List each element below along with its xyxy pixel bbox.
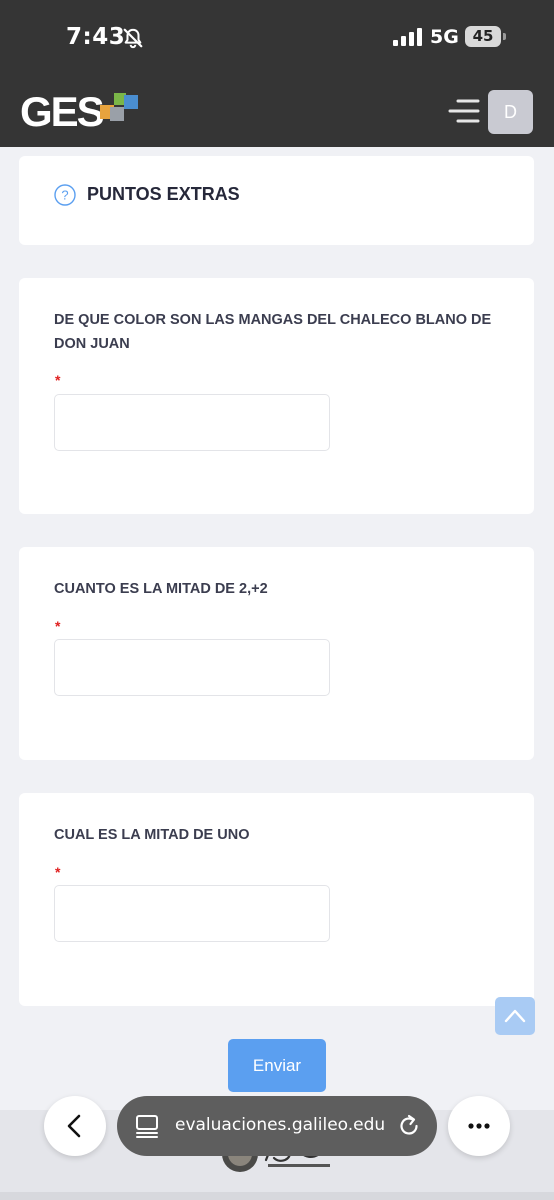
question-text: CUAL ES LA MITAD DE UNO	[54, 827, 250, 843]
reload-icon[interactable]	[396, 1113, 422, 1139]
home-indicator-bar	[0, 1192, 554, 1200]
battery-nub	[503, 33, 506, 40]
logo-text: GES	[20, 88, 105, 135]
section-header-card: ? PUNTOS EXTRAS	[19, 156, 534, 245]
scroll-top-button[interactable]	[495, 997, 535, 1035]
chevron-up-icon	[504, 1009, 526, 1023]
battery-level: 45	[465, 26, 501, 47]
browser-back-button[interactable]	[44, 1096, 106, 1156]
question-text: DE QUE COLOR SON LAS MANGAS DEL CHALECO …	[54, 312, 492, 352]
signal-icon	[393, 28, 422, 46]
submit-button[interactable]: Enviar	[228, 1039, 326, 1092]
question-card-3: CUAL ES LA MITAD DE UNO *	[19, 793, 534, 1006]
browser-more-button[interactable]	[448, 1096, 510, 1156]
status-time: 7:43	[66, 24, 126, 50]
avatar[interactable]: D	[488, 90, 533, 134]
logo-squares-icon	[100, 93, 138, 121]
question-card-2: CUANTO ES LA MITAD DE 2,+2 *	[19, 547, 534, 760]
back-chevron-icon	[67, 1114, 81, 1138]
status-bar: 7:43 5G 45	[0, 0, 554, 76]
menu-icon[interactable]	[448, 98, 480, 124]
answer-input-1[interactable]	[54, 394, 330, 451]
question-card-1: DE QUE COLOR SON LAS MANGAS DEL CHALECO …	[19, 278, 534, 514]
svg-text:?: ?	[61, 188, 68, 203]
answer-input-2[interactable]	[54, 639, 330, 696]
address-bar[interactable]: evaluaciones.galileo.edu	[117, 1096, 437, 1156]
network-type: 5G	[430, 26, 459, 48]
required-mark: *	[55, 618, 61, 634]
url-text: evaluaciones.galileo.edu	[175, 1115, 386, 1135]
help-circle-icon: ?	[54, 184, 76, 206]
tabs-icon[interactable]	[135, 1113, 159, 1139]
bell-slash-icon	[123, 28, 143, 49]
required-mark: *	[55, 372, 61, 388]
section-title: PUNTOS EXTRAS	[87, 184, 240, 204]
required-mark: *	[55, 864, 61, 880]
answer-input-3[interactable]	[54, 885, 330, 942]
more-dots-icon	[468, 1123, 490, 1129]
question-text: CUANTO ES LA MITAD DE 2,+2	[54, 581, 268, 597]
